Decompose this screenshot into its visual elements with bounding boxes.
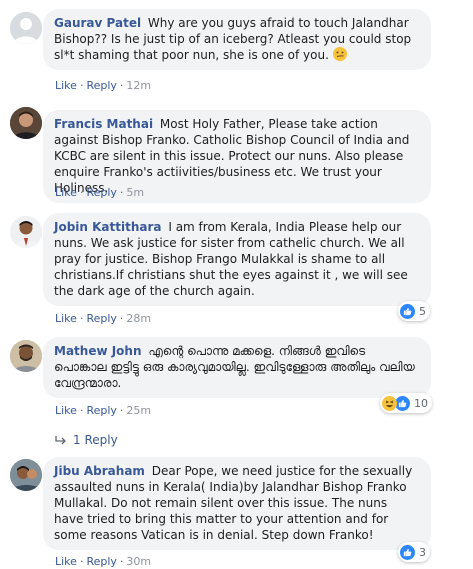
separator: · (119, 404, 124, 417)
like-link[interactable]: Like (55, 186, 77, 199)
comment-actions: Like · Reply · 25m (55, 404, 151, 418)
comment-actions: Like · Reply · 28m (55, 312, 151, 326)
like-link[interactable]: Like (55, 79, 77, 92)
avatar[interactable] (10, 459, 42, 491)
smirk-emoji-icon (332, 47, 347, 61)
reaction-summary[interactable]: 10 (380, 393, 432, 413)
reaction-count: 5 (419, 304, 426, 318)
reply-link[interactable]: Reply (86, 186, 116, 199)
comment-bubble: Mathew John എന്റെ പൊന്നു മക്കളെ. നിങ്ങൾ … (43, 337, 431, 398)
haha-reaction-icon (382, 395, 397, 411)
comment-time[interactable]: 30m (126, 555, 151, 568)
comment-bubble: Jibu Abraham Dear Pope, we need justice … (43, 457, 431, 550)
reply-link[interactable]: Reply (86, 79, 116, 92)
comment-bubble: Gaurav Patel Why are you guys afraid to … (43, 9, 431, 70)
separator: · (79, 186, 84, 199)
comment-author[interactable]: Mathew John (54, 344, 142, 358)
comment-actions: Like · Reply · 5m (55, 186, 144, 200)
comment-author[interactable]: Jibu Abraham (54, 464, 145, 478)
profile-photo-icon (10, 107, 42, 139)
separator: · (79, 555, 84, 568)
like-link[interactable]: Like (55, 404, 77, 417)
comment-time[interactable]: 5m (126, 186, 144, 199)
separator: · (79, 404, 84, 417)
avatar[interactable] (10, 216, 42, 248)
separator: · (119, 555, 124, 568)
reply-link[interactable]: Reply (86, 555, 116, 568)
avatar[interactable] (10, 107, 42, 139)
comment-time[interactable]: 12m (126, 79, 151, 92)
like-reaction-icon (400, 544, 415, 560)
reaction-count: 3 (419, 545, 426, 559)
separator: · (119, 79, 124, 92)
profile-photo-icon (10, 216, 42, 248)
reaction-summary[interactable]: 3 (398, 542, 430, 562)
comment-author[interactable]: Francis Mathai (54, 117, 153, 131)
separator: · (79, 79, 84, 92)
avatar[interactable] (10, 12, 42, 44)
comment-bubble: Jobin Kattithara I am from Kerala, India… (43, 213, 431, 306)
avatar[interactable] (10, 340, 42, 372)
comment-time[interactable]: 28m (126, 312, 151, 325)
default-avatar-icon (10, 12, 42, 44)
replies-count[interactable]: 1 Reply (73, 433, 118, 447)
reply-link[interactable]: Reply (86, 312, 116, 325)
reply-arrow-icon (55, 436, 66, 445)
separator: · (119, 312, 124, 325)
like-reaction-icon (400, 303, 415, 319)
comment-author[interactable]: Gaurav Patel (54, 16, 141, 30)
comment-time[interactable]: 25m (126, 404, 151, 417)
profile-photo-icon (10, 459, 42, 491)
separator: · (79, 312, 84, 325)
separator: · (119, 186, 124, 199)
comment-author[interactable]: Jobin Kattithara (54, 220, 162, 234)
like-reaction-icon (395, 395, 410, 411)
like-link[interactable]: Like (55, 555, 77, 568)
reaction-count: 10 (414, 396, 428, 410)
comment-actions: Like · Reply · 12m (55, 79, 151, 93)
profile-photo-icon (10, 340, 42, 372)
view-replies-link[interactable]: 1 Reply (55, 432, 118, 448)
comment-actions: Like · Reply · 30m (55, 555, 151, 569)
reply-link[interactable]: Reply (86, 404, 116, 417)
reaction-summary[interactable]: 5 (398, 301, 430, 321)
like-link[interactable]: Like (55, 312, 77, 325)
